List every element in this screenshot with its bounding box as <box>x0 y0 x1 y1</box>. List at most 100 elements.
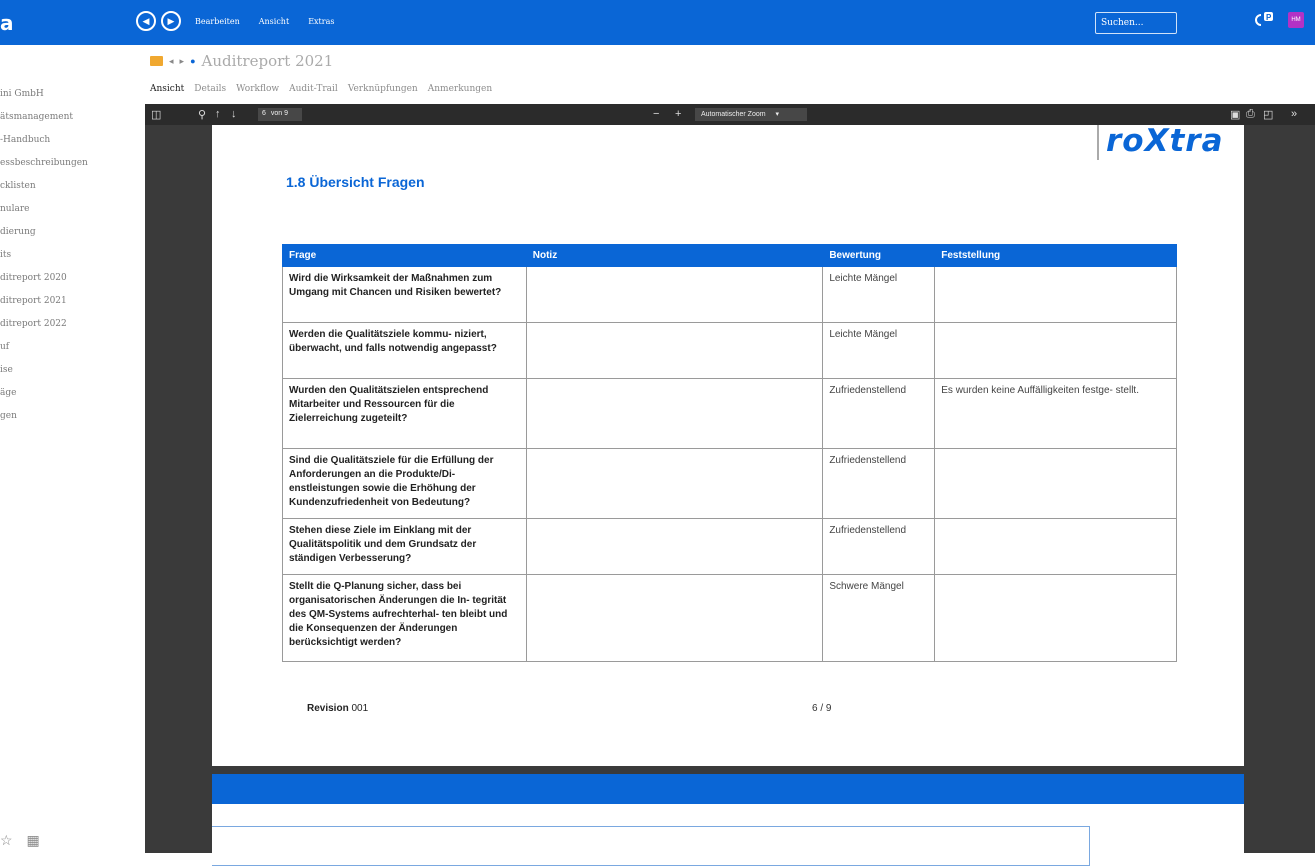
logo-text: roXtra <box>1106 123 1224 159</box>
more-tools-icon[interactable]: » <box>1291 108 1297 120</box>
previous-page-icon[interactable]: ↑ <box>215 108 221 120</box>
cell-notiz <box>525 574 824 662</box>
zoom-out-icon[interactable]: − <box>653 108 659 120</box>
cell-notiz <box>525 378 824 449</box>
sidebar-item[interactable]: äge <box>0 388 16 398</box>
cell-frage: Sind die Qualitätsziele für die Erfüllun… <box>282 448 527 519</box>
notifications-icon[interactable]: P <box>1253 11 1277 29</box>
page-content-frame <box>212 826 1090 866</box>
sidebar-item[interactable]: ditreport 2022 <box>0 319 67 329</box>
sidebar-item[interactable]: -Handbuch <box>0 135 50 145</box>
cell-notiz <box>525 266 824 323</box>
next-page-icon[interactable]: ↓ <box>231 108 237 120</box>
footer-revision: Revision 001 <box>307 703 368 714</box>
cell-frage: Werden die Qualitätsziele kommu- niziert… <box>282 322 527 379</box>
cell-notiz <box>525 518 824 575</box>
menu-extras[interactable]: Extras <box>308 17 334 26</box>
column-header-feststellung: Feststellung <box>934 244 1177 267</box>
cell-bewertung: Zufriedenstellend <box>822 448 936 519</box>
tab-details[interactable]: Details <box>194 84 226 94</box>
main-menu: Bearbeiten Ansicht Extras <box>195 17 334 26</box>
back-button[interactable]: ◀ <box>136 11 156 31</box>
zoom-in-icon[interactable]: + <box>675 108 681 120</box>
page-number-input[interactable]: 6 von 9 <box>258 108 302 121</box>
cell-frage: Stehen diese Ziele im Einklang mit der Q… <box>282 518 527 575</box>
table-row: Werden die Qualitätsziele kommu- niziert… <box>282 322 1177 379</box>
cell-feststellung <box>934 266 1177 323</box>
sidebar-item[interactable]: ditreport 2020 <box>0 273 67 283</box>
cell-bewertung: Zufriedenstellend <box>822 518 936 575</box>
sidebar-item[interactable]: its <box>0 250 11 260</box>
forward-button[interactable]: ▶ <box>161 11 181 31</box>
tab-ansicht[interactable]: Ansicht <box>150 84 184 94</box>
arrow-left-icon: ◀ <box>142 15 150 26</box>
tab-audit-trail[interactable]: Audit-Trail <box>289 84 338 94</box>
pdf-page: roXtra 1.8 Übersicht Fragen Frage Notiz … <box>212 123 1244 766</box>
page-total: von 9 <box>270 110 288 117</box>
cell-frage: Stellt die Q-Planung sicher, dass bei or… <box>282 574 527 662</box>
table-row: Stellt die Q-Planung sicher, dass bei or… <box>282 574 1177 662</box>
search-input[interactable]: Suchen... <box>1095 12 1177 34</box>
roxtra-logo: roXtra <box>1097 123 1244 165</box>
cell-feststellung <box>934 448 1177 519</box>
document-title: Auditreport 2021 <box>201 52 334 70</box>
folder-icon[interactable] <box>150 56 163 66</box>
tab-workflow[interactable]: Workflow <box>236 84 279 94</box>
table-row: Wurden den Qualitätszielen entsprechend … <box>282 378 1177 449</box>
menu-bearbeiten[interactable]: Bearbeiten <box>195 17 240 26</box>
zoom-select[interactable]: Automatischer Zoom ▾ <box>695 108 807 121</box>
settings-icon[interactable]: ☆ <box>0 832 13 848</box>
document-tabs: Ansicht Details Workflow Audit-Trail Ver… <box>150 84 492 94</box>
sidebar-item[interactable]: ditreport 2021 <box>0 296 67 306</box>
menu-ansicht[interactable]: Ansicht <box>259 17 289 26</box>
sidebar-item[interactable]: essbeschreibungen <box>0 158 88 168</box>
sidebar-item[interactable]: nulare <box>0 204 29 214</box>
arrow-right-icon: ▶ <box>167 15 175 26</box>
sidebar-item[interactable]: ini GmbH <box>0 89 44 99</box>
presentation-icon[interactable]: ▣ <box>1230 108 1240 121</box>
calendar-icon[interactable]: ▦ <box>26 832 39 848</box>
table-row: Stehen diese Ziele im Einklang mit der Q… <box>282 518 1177 575</box>
column-header-bewertung: Bewertung <box>822 244 936 267</box>
arrow-left-small-icon[interactable]: ◂ <box>169 56 174 67</box>
sidebar-toggle-icon[interactable]: ◫ <box>151 108 161 121</box>
cell-feststellung <box>934 574 1177 662</box>
cell-feststellung: Es wurden keine Auffälligkeiten festge- … <box>934 378 1177 449</box>
questions-table: Frage Notiz Bewertung Feststellung Wird … <box>282 244 1177 662</box>
page-header-band <box>212 774 1244 804</box>
sidebar-bottom-icons: ☆ ▦ <box>0 832 40 849</box>
cell-bewertung: Leichte Mängel <box>822 266 936 323</box>
avatar[interactable]: HM <box>1288 12 1304 28</box>
sidebar-item[interactable]: dierung <box>0 227 36 237</box>
table-row: Wird die Wirksamkeit der Maßnahmen zum U… <box>282 266 1177 323</box>
cell-feststellung <box>934 518 1177 575</box>
sidebar-item[interactable]: uf <box>0 342 9 352</box>
search-icon[interactable]: ⚲ <box>198 108 206 121</box>
sidebar-item[interactable]: gen <box>0 411 17 421</box>
sidebar-item[interactable]: ise <box>0 365 13 375</box>
print-icon[interactable]: ⎙ <box>1246 108 1255 121</box>
top-bar: a ◀ ▶ Bearbeiten Ansicht Extras Suchen..… <box>0 0 1315 45</box>
cell-frage: Wird die Wirksamkeit der Maßnahmen zum U… <box>282 266 527 323</box>
section-title: 1.8 Übersicht Fragen <box>286 174 425 190</box>
page-number: 6 <box>262 110 266 117</box>
sidebar-item[interactable]: cklisten <box>0 181 36 191</box>
cell-bewertung: Zufriedenstellend <box>822 378 936 449</box>
arrow-right-small-icon[interactable]: ▸ <box>180 56 185 67</box>
viewer-toolbar: ◫ ⚲ ↑ ↓ 6 von 9 − + Automatischer Zoom ▾… <box>145 104 1315 125</box>
svg-text:P: P <box>1266 13 1272 22</box>
sidebar-item[interactable]: ätsmanagement <box>0 112 73 122</box>
cell-feststellung <box>934 322 1177 379</box>
table-row: Sind die Qualitätsziele für die Erfüllun… <box>282 448 1177 519</box>
tab-verknuepfungen[interactable]: Verknüpfungen <box>348 84 418 94</box>
cell-notiz <box>525 448 824 519</box>
tab-anmerkungen[interactable]: Anmerkungen <box>428 84 492 94</box>
sidebar: ini GmbH ätsmanagement -Handbuch essbesc… <box>0 45 145 853</box>
column-header-frage: Frage <box>282 244 527 267</box>
cell-frage: Wurden den Qualitätszielen entsprechend … <box>282 378 527 449</box>
cell-bewertung: Schwere Mängel <box>822 574 936 662</box>
pdf-viewer: ◫ ⚲ ↑ ↓ 6 von 9 − + Automatischer Zoom ▾… <box>145 104 1315 866</box>
table-header-row: Frage Notiz Bewertung Feststellung <box>282 244 1177 267</box>
revision-value: 001 <box>351 703 369 714</box>
download-icon[interactable]: ◰ <box>1263 108 1273 121</box>
